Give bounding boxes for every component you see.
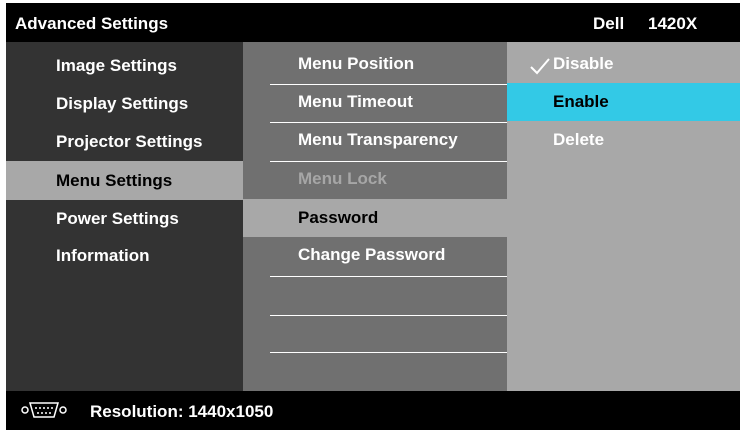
sub-menu-item-menu-transparency[interactable]: Menu Transparency — [243, 121, 507, 159]
sub-menu-item-menu-position[interactable]: Menu Position — [243, 45, 507, 83]
main-menu-item-label: Menu Settings — [56, 171, 173, 190]
resolution-status: Resolution: 1440x1050 — [90, 402, 274, 421]
sub-menu-divider — [270, 276, 507, 277]
option-delete[interactable]: Delete — [507, 121, 740, 159]
main-menu-item-display-settings[interactable]: Display Settings — [6, 84, 243, 123]
sub-menu-divider — [270, 315, 507, 316]
main-menu-item-information[interactable]: Information — [6, 236, 243, 275]
main-menu-item-label: Information — [56, 246, 150, 265]
checkmark-icon — [530, 58, 550, 75]
main-menu-item-label: Power Settings — [56, 209, 179, 228]
main-menu-item-power-settings[interactable]: Power Settings — [6, 199, 243, 238]
main-menu-item-menu-settings[interactable]: Menu Settings — [6, 161, 243, 200]
main-menu-item-label: Projector Settings — [56, 132, 203, 151]
page-title: Advanced Settings — [15, 14, 169, 33]
sub-menu-item-label: Change Password — [298, 245, 446, 264]
main-menu-item-label: Image Settings — [56, 56, 177, 75]
sub-menu-item-password[interactable]: Password — [243, 199, 507, 237]
brand-label: Dell — [593, 14, 625, 33]
sub-menu-item-label: Menu Position — [298, 54, 415, 73]
sub-menu-divider — [270, 352, 507, 353]
option-enable[interactable]: Enable — [507, 83, 740, 121]
sub-menu-item-label: Menu Lock — [298, 169, 387, 188]
option-disable[interactable]: Disable — [507, 45, 740, 83]
status-bar: Resolution: 1440x1050 — [6, 391, 740, 430]
option-label: Enable — [553, 92, 609, 111]
sub-menu-item-label: Password — [298, 208, 379, 227]
sub-menu-item-label: Menu Transparency — [298, 130, 458, 149]
main-menu-item-image-settings[interactable]: Image Settings — [6, 46, 243, 85]
model-label: 1420X — [648, 14, 698, 33]
sub-menu-item-change-password[interactable]: Change Password — [243, 236, 507, 274]
sub-menu-item-label: Menu Timeout — [298, 92, 413, 111]
option-label: Delete — [553, 130, 605, 149]
sub-menu-item-menu-timeout[interactable]: Menu Timeout — [243, 83, 507, 121]
vga-connector-icon — [21, 402, 67, 418]
sub-menu-item-menu-lock: Menu Lock — [243, 160, 507, 198]
option-label: Disable — [553, 54, 614, 73]
title-bar: Advanced Settings Dell 1420X — [6, 3, 740, 42]
projector-osd: Advanced Settings Dell 1420X Image Setti… — [6, 3, 740, 430]
main-menu-item-projector-settings[interactable]: Projector Settings — [6, 122, 243, 161]
main-menu-item-label: Display Settings — [56, 94, 189, 113]
